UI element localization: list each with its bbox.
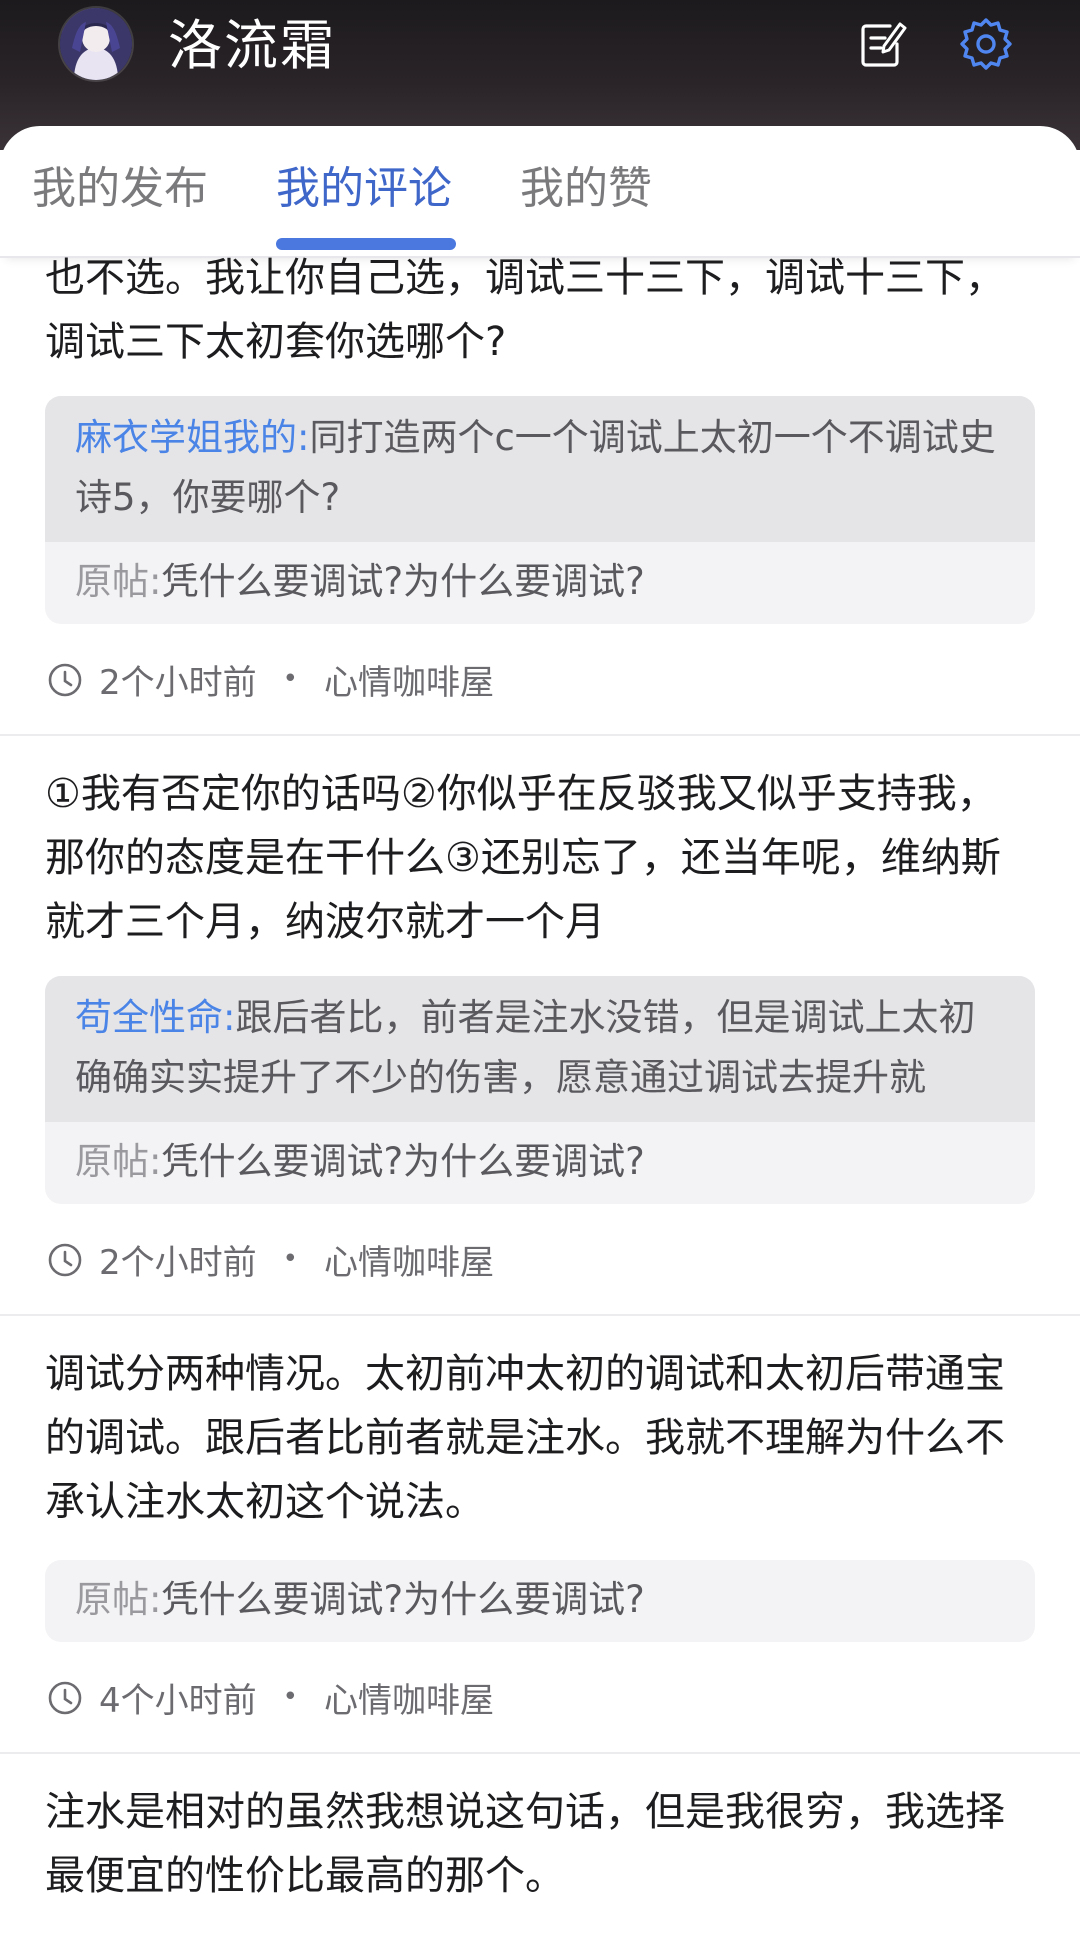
user-avatar[interactable]: [60, 8, 132, 80]
comment-card[interactable]: 调试分两种情况。太初前冲太初的调试和太初后带通宝的调试。跟后者比前者就是注水。我…: [0, 1316, 1080, 1754]
comment-card[interactable]: 注水是相对的虽然我想说这句话，但是我很穷，我选择最便宜的性价比最高的那个。: [0, 1754, 1080, 1908]
comment-meta: 4个小时前 • 心情咖啡屋: [45, 1642, 1035, 1752]
reply-username[interactable]: 苟全性命:: [75, 996, 235, 1039]
comment-text: 也不选。我让你自己选，调试三十三下，调试十三下，调试三下太初套你选哪个?: [45, 255, 1005, 365]
comment-text: 注水是相对的虽然我想说这句话，但是我很穷，我选择最便宜的性价比最高的那个。: [45, 1789, 1005, 1899]
board-name[interactable]: 心情咖啡屋: [324, 1673, 494, 1722]
reply-username[interactable]: 麻衣学姐我的:: [75, 416, 309, 459]
avatar-image: [60, 8, 132, 80]
comment-text: ①我有否定你的话吗②你似乎在反驳我又似乎支持我，那你的态度是在干什么③还别忘了，…: [45, 771, 1001, 945]
comment-text: 调试分两种情况。太初前冲太初的调试和太初后带通宝的调试。跟后者比前者就是注水。我…: [45, 1351, 1005, 1525]
reply-quote[interactable]: 苟全性命:跟后者比，前者是注水没错，但是调试上太初确确实实提升了不少的伤害，愿意…: [45, 976, 1035, 1122]
tab-my-comments[interactable]: 我的评论: [276, 154, 452, 224]
origin-title: 凭什么要调试?为什么要调试?: [161, 1578, 645, 1621]
comment-card[interactable]: ①我有否定你的话吗②你似乎在反驳我又似乎支持我，那你的态度是在干什么③还别忘了，…: [0, 736, 1080, 1316]
comment-card[interactable]: 也不选。我让你自己选，调试三十三下，调试十三下，调试三下太初套你选哪个? 麻衣学…: [0, 246, 1080, 736]
content-sheet: 我的发布 我的评论 我的赞 也不选。我让你自己选，调试三十三下，调试十三下，调试…: [0, 126, 1080, 1940]
comment-meta: 2个小时前 • 心情咖啡屋: [45, 624, 1035, 734]
comment-meta: 2个小时前 • 心情咖啡屋: [45, 1204, 1035, 1314]
original-post-link[interactable]: 原帖:凭什么要调试?为什么要调试?: [45, 1560, 1035, 1642]
clock-icon: [48, 1681, 82, 1715]
origin-label: 原帖:: [75, 1140, 162, 1183]
origin-label: 原帖:: [75, 1578, 162, 1621]
original-post-link[interactable]: 原帖:凭什么要调试?为什么要调试?: [45, 542, 1035, 624]
edit-note-icon: [861, 22, 907, 67]
tab-my-posts[interactable]: 我的发布: [32, 154, 208, 224]
gear-icon: [960, 18, 1012, 70]
meta-separator: •: [282, 664, 298, 694]
comment-time: 2个小时前: [99, 662, 257, 703]
board-name[interactable]: 心情咖啡屋: [324, 1235, 494, 1284]
quote-box: 麻衣学姐我的:同打造两个c一个调试上太初一个不调试史诗5，你要哪个? 原帖:凭什…: [45, 396, 1035, 624]
quote-box: 苟全性命:跟后者比，前者是注水没错，但是调试上太初确确实实提升了不少的伤害，愿意…: [45, 976, 1035, 1204]
settings-button[interactable]: [956, 14, 1016, 74]
comment-time: 2个小时前: [99, 1242, 257, 1283]
tab-bar: 我的发布 我的评论 我的赞: [0, 126, 1080, 258]
edit-button[interactable]: [852, 14, 912, 74]
board-name[interactable]: 心情咖啡屋: [324, 655, 494, 704]
meta-separator: •: [282, 1682, 298, 1712]
clock-icon: [48, 1243, 82, 1277]
comment-feed[interactable]: 也不选。我让你自己选，调试三十三下，调试十三下，调试三下太初套你选哪个? 麻衣学…: [0, 255, 1080, 1908]
username-title: 洛流霜: [168, 14, 336, 77]
origin-title: 凭什么要调试?为什么要调试?: [161, 1140, 645, 1183]
meta-separator: •: [282, 1244, 298, 1274]
clock-icon: [48, 663, 82, 697]
reply-quote[interactable]: 麻衣学姐我的:同打造两个c一个调试上太初一个不调试史诗5，你要哪个?: [45, 396, 1035, 542]
quote-box: 原帖:凭什么要调试?为什么要调试?: [45, 1560, 1035, 1642]
tab-my-likes[interactable]: 我的赞: [520, 154, 652, 224]
origin-title: 凭什么要调试?为什么要调试?: [161, 560, 645, 603]
comment-time: 4个小时前: [99, 1680, 257, 1721]
origin-label: 原帖:: [75, 560, 162, 603]
original-post-link[interactable]: 原帖:凭什么要调试?为什么要调试?: [45, 1122, 1035, 1204]
